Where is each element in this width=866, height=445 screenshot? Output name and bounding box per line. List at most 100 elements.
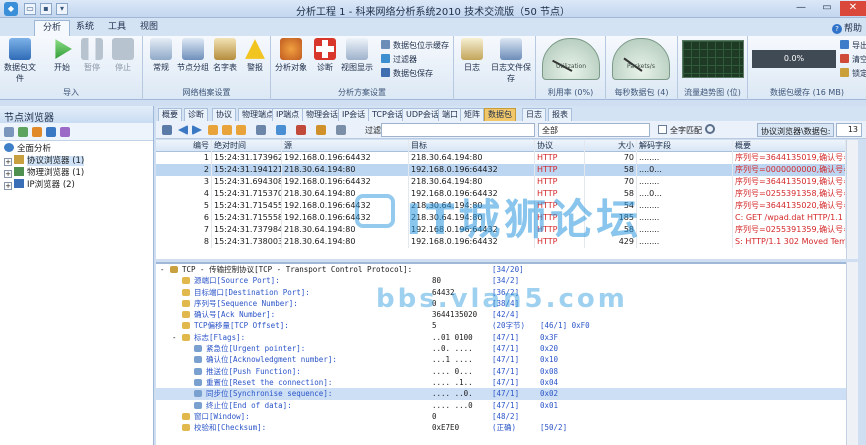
expand-toggle[interactable]: + <box>4 158 12 166</box>
tab-view-12[interactable]: 日志 <box>522 108 546 121</box>
packet-save-button[interactable]: 数据包保存 <box>381 68 433 80</box>
pause-button[interactable]: 暂停 <box>76 38 108 73</box>
packet-row[interactable]: 1 15:24:31.173962 192.168.0.196:64432 218.3… <box>156 152 846 164</box>
expand-toggle[interactable]: - <box>160 264 165 275</box>
export-packet-icon[interactable] <box>336 125 346 135</box>
close-button[interactable]: ✕ <box>840 1 866 16</box>
decode-row[interactable]: 终止位[End of data]: .... ...0 [47/1] 0x01 <box>156 400 846 411</box>
tree-item-protocol-browser[interactable]: + 协议浏览器 (1) <box>0 155 153 167</box>
packet-list-scrollbar[interactable] <box>846 140 858 259</box>
expand-toggle[interactable]: - <box>172 332 177 343</box>
tab-system[interactable]: 系统 <box>68 20 102 36</box>
view-display-button[interactable]: 视图显示 <box>341 38 373 73</box>
settings-icon[interactable] <box>60 127 70 137</box>
tab-view-4[interactable]: IP端点 <box>272 108 304 121</box>
stop-button[interactable]: 停止 <box>107 38 139 73</box>
tab-view-5[interactable]: 物理会话 <box>302 108 342 121</box>
locate-icon[interactable] <box>32 127 42 137</box>
group-import-label: 导入 <box>63 88 79 97</box>
decode-row[interactable]: 推送位[Push Function]: .... 0... [47/1] 0x08 <box>156 366 846 377</box>
group-icon[interactable] <box>46 127 56 137</box>
field-value: 5 <box>432 321 437 331</box>
column-header[interactable]: 目标 <box>409 140 535 152</box>
log-file-save-button[interactable]: 日志文件保存 <box>488 38 534 84</box>
log-button[interactable]: 日志 <box>456 38 488 73</box>
packet-cell: 序列号=0255391358,确认号=3 <box>735 188 846 200</box>
tab-view-8[interactable]: UDP会话 <box>402 108 443 121</box>
expand-toggle[interactable]: + <box>4 182 12 190</box>
minimize-button[interactable]: — <box>788 1 814 16</box>
tab-tools[interactable]: 工具 <box>100 20 134 36</box>
search-icon[interactable] <box>705 124 715 134</box>
prev-icon[interactable] <box>178 125 188 135</box>
column-header[interactable]: 绝对时间 <box>212 140 282 152</box>
export-button[interactable]: 导出 <box>840 40 866 52</box>
column-header[interactable]: 协议 <box>535 140 585 152</box>
decode-row[interactable]: 确认位[Acknowledgment number]: ...1 .... [47/… <box>156 354 846 365</box>
tree-view-icon[interactable] <box>4 127 14 137</box>
lock-button[interactable]: 锁定 <box>840 68 866 80</box>
decode-icon[interactable] <box>208 125 218 135</box>
column-header[interactable]: 源 <box>282 140 409 152</box>
start-button[interactable]: 开始 <box>46 38 78 73</box>
filter-node-icon[interactable] <box>18 127 28 137</box>
column-header[interactable]: 大小 <box>585 140 637 152</box>
alarm-button[interactable]: 警报 <box>239 38 271 73</box>
tab-analysis[interactable]: 分析 <box>34 20 71 36</box>
filter-input[interactable] <box>381 123 535 137</box>
hex-icon[interactable] <box>222 125 232 135</box>
name-table-button[interactable]: 名字表 <box>209 38 241 73</box>
tab-view-10[interactable]: 矩阵 <box>460 108 484 121</box>
filter-scope-select[interactable]: 全部 <box>538 123 650 137</box>
packet-file-button[interactable]: 数据包文件 <box>4 38 36 84</box>
tab-view-0[interactable]: 概要 <box>158 108 182 121</box>
delete-icon[interactable] <box>296 125 306 135</box>
column-header[interactable]: 编号 <box>156 140 212 152</box>
expand-toggle[interactable]: + <box>4 170 12 178</box>
tree-item-physical-browser[interactable]: + 物理浏览器 (1) <box>0 167 153 179</box>
tab-view-6[interactable]: IP会话 <box>338 108 370 121</box>
field-value: 0 <box>432 411 437 421</box>
decode-row[interactable]: - 标志[Flags]: ..01 0100 [47/1] 0x3F <box>156 332 846 343</box>
help-button[interactable]: ? 帮助 <box>831 21 862 34</box>
tab-view-7[interactable]: TCP会话 <box>368 108 407 121</box>
maximize-button[interactable]: ▭ <box>814 1 840 16</box>
decode-row[interactable]: - TCP - 传输控制协议[TCP - Transport Control Pr… <box>156 264 846 275</box>
tab-view-2[interactable]: 协议 <box>212 108 236 121</box>
refresh-icon[interactable] <box>256 125 266 135</box>
decode-row[interactable]: 校验和[Checksum]: 0xE7E0 (正确) [50/2] <box>156 422 846 433</box>
column-icon[interactable] <box>316 125 326 135</box>
analysis-object-button[interactable]: 分析对象 <box>275 38 307 73</box>
field-extra: [50/2] <box>540 423 568 433</box>
view-options-icon[interactable] <box>162 125 172 135</box>
tab-packets[interactable]: 数据包 <box>484 108 516 121</box>
clear-button[interactable]: 清空 <box>840 54 866 66</box>
tree-item-ip-browser[interactable]: + IP浏览器 (2) <box>0 179 153 191</box>
decode-row[interactable]: 窗口[Window]: 0 [48/2] <box>156 411 846 422</box>
decode-row[interactable]: TCP偏移量[TCP Offset]: 5 (20字节) [46/1] 0xF0 <box>156 320 846 331</box>
next-icon[interactable] <box>192 125 202 135</box>
tab-view-9[interactable]: 端口 <box>438 108 462 121</box>
tab-view-1[interactable]: 诊断 <box>184 108 208 121</box>
diagnosis-button[interactable]: 诊断 <box>309 38 341 73</box>
decode-row[interactable]: 紧急位[Urgent pointer]: ..0. .... [47/1] 0x20 <box>156 343 846 354</box>
packet-count-field[interactable]: 13 <box>836 123 862 137</box>
tab-view[interactable]: 视图 <box>132 20 166 36</box>
whole-word-checkbox[interactable] <box>658 125 667 134</box>
packet-row[interactable]: 2 15:24:31.194121 218.30.64.194:80 192.168.… <box>156 164 846 176</box>
tree-item-full-analysis[interactable]: 全面分析 <box>0 143 153 155</box>
general-button[interactable]: 常规 <box>145 38 177 73</box>
packet-cache-button[interactable]: 数据包位示缓存 <box>381 40 449 52</box>
column-header[interactable]: 解码字段 <box>637 140 733 152</box>
decode-scrollbar[interactable] <box>846 262 858 445</box>
column-header[interactable]: 概要 <box>733 140 846 152</box>
decode-row[interactable]: 同步位[Synchronise sequence]: .... ..0. [47/1… <box>156 388 846 400</box>
tab-view-13[interactable]: 报表 <box>548 108 572 121</box>
filter-options-icon[interactable] <box>276 125 286 135</box>
packet-cell: ........ <box>637 200 733 212</box>
decode-row[interactable]: 重置位[Reset the connection]: .... .1.. [47/1… <box>156 377 846 388</box>
group-packets-label: 每秒数据包 (4) <box>614 88 669 97</box>
filter-button[interactable]: 过滤器 <box>381 54 417 66</box>
layout-icon[interactable] <box>236 125 246 135</box>
node-group-button[interactable]: 节点分组 <box>177 38 209 73</box>
